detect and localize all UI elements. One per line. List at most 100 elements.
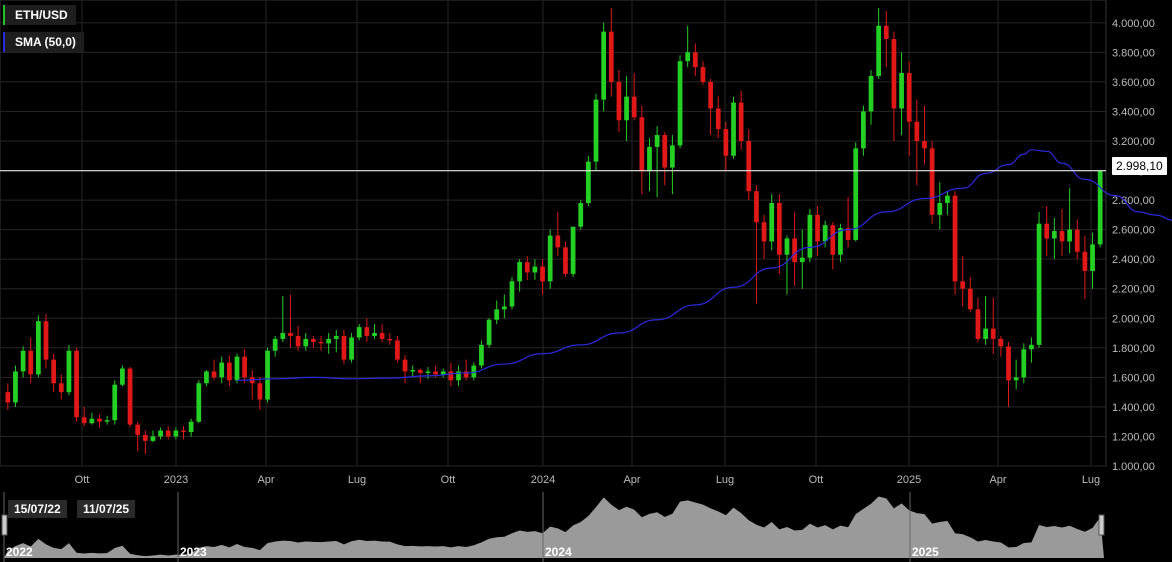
candle-body [89,418,95,424]
x-tick-label: Lug [1082,474,1100,486]
x-tick-label: Apr [989,474,1006,486]
candle-body [387,338,393,341]
candle-body [486,319,492,345]
x-tick-label: 2025 [897,474,921,486]
candle-body [555,235,561,248]
candle-body [761,222,767,242]
candle-body [975,309,981,339]
candle-body [211,371,217,378]
candle-body [670,145,675,168]
navigator-panel[interactable]: 2022 2023 2024 2025 [0,490,1106,562]
candle-body [311,338,316,342]
legend-sma-label: SMA (50,0) [15,35,76,49]
candle-body [563,247,568,274]
range-start-date[interactable]: 15/07/22 [8,500,67,518]
legend-sma: SMA (50,0) [3,32,84,52]
candle-body [662,135,668,168]
candle-body [417,369,423,373]
candle-body [868,75,874,112]
candle-body [692,52,698,68]
candle-body [372,333,377,336]
candle-body [792,238,797,263]
candle-body [379,333,385,339]
candle-body [861,111,866,149]
candle-body [28,350,34,375]
candle-body [158,430,163,437]
y-axis: 1.000,00 1.200,00 1.400,00 1.600,00 1.800,00… [1112,18,1155,473]
candle-body [341,335,347,360]
candle-body [914,121,920,141]
candle-body [356,327,362,338]
candle-body [754,191,759,223]
candle-body [639,117,645,171]
candle-body [104,420,110,422]
x-axis: Ott 2023 Apr Lug Ott 2024 Apr Lug Ott 2025 Apr Lug [75,474,1101,486]
candle-body [51,359,57,384]
candle-body [127,368,133,425]
x-tick-label: Ott [75,474,90,486]
candle-body [242,356,247,378]
y-tick-label: 1.800,00 [1112,343,1155,355]
candle-body [624,96,629,121]
candle-body [524,262,530,273]
candle-body [876,25,882,76]
candle-body [395,340,400,360]
candle-body [1059,231,1065,242]
navigator-right-handle[interactable] [1098,514,1105,536]
chart-grid [0,0,1107,467]
y-tick-label: 1.400,00 [1112,402,1155,414]
candle-body [608,31,614,82]
candle-body [13,371,18,403]
navigator-year-label: 2024 [545,545,572,559]
candlestick-series [5,8,1103,455]
y-tick-label: 2.600,00 [1112,225,1155,237]
candle-body [188,421,194,433]
candle-body [700,67,706,82]
candle-body [280,333,286,339]
candle-body [326,338,332,344]
candle-body [81,417,87,424]
candle-body [112,384,118,421]
candle-body [922,140,927,149]
candle-body [1067,229,1072,242]
price-chart[interactable]: 1.000,00 1.200,00 1.400,00 1.600,00 1.800,00… [0,0,1172,562]
x-tick-label: Ott [809,474,824,486]
candle-body [425,371,431,373]
y-tick-label: 2.800,00 [1112,195,1155,207]
candle-body [97,418,102,422]
candle-body [333,335,339,339]
candle-body [838,228,843,255]
candle-body [288,333,293,336]
candle-body [349,337,354,360]
candle-body [631,96,637,118]
x-tick-label: 2023 [164,474,188,486]
navigator-year-label: 2025 [912,545,939,559]
candle-body [226,362,232,381]
candle-body [983,328,988,339]
candle-body [830,225,836,255]
candle-body [1051,231,1057,239]
candle-body [540,266,545,282]
candle-body [1082,251,1088,271]
candle-body [578,203,584,227]
candle-body [20,350,26,372]
candle-body [142,434,148,441]
candle-body [853,148,859,240]
candle-body [1006,346,1011,381]
candle-body [402,359,408,372]
y-tick-label: 2.000,00 [1112,313,1155,325]
y-tick-label: 2.200,00 [1112,284,1155,296]
y-tick-label: 3.200,00 [1112,136,1155,148]
x-tick-label: Lug [348,474,366,486]
candle-body [204,371,209,384]
candle-body [234,356,240,381]
candle-body [181,430,186,433]
candle-body [616,81,622,121]
candle-body [815,214,820,242]
range-end-date[interactable]: 11/07/25 [77,500,136,518]
candle-body [1021,349,1027,378]
candle-body [5,392,11,403]
candle-body [173,430,179,437]
navigator-left-handle[interactable] [1,514,8,536]
candle-body [1029,344,1034,350]
